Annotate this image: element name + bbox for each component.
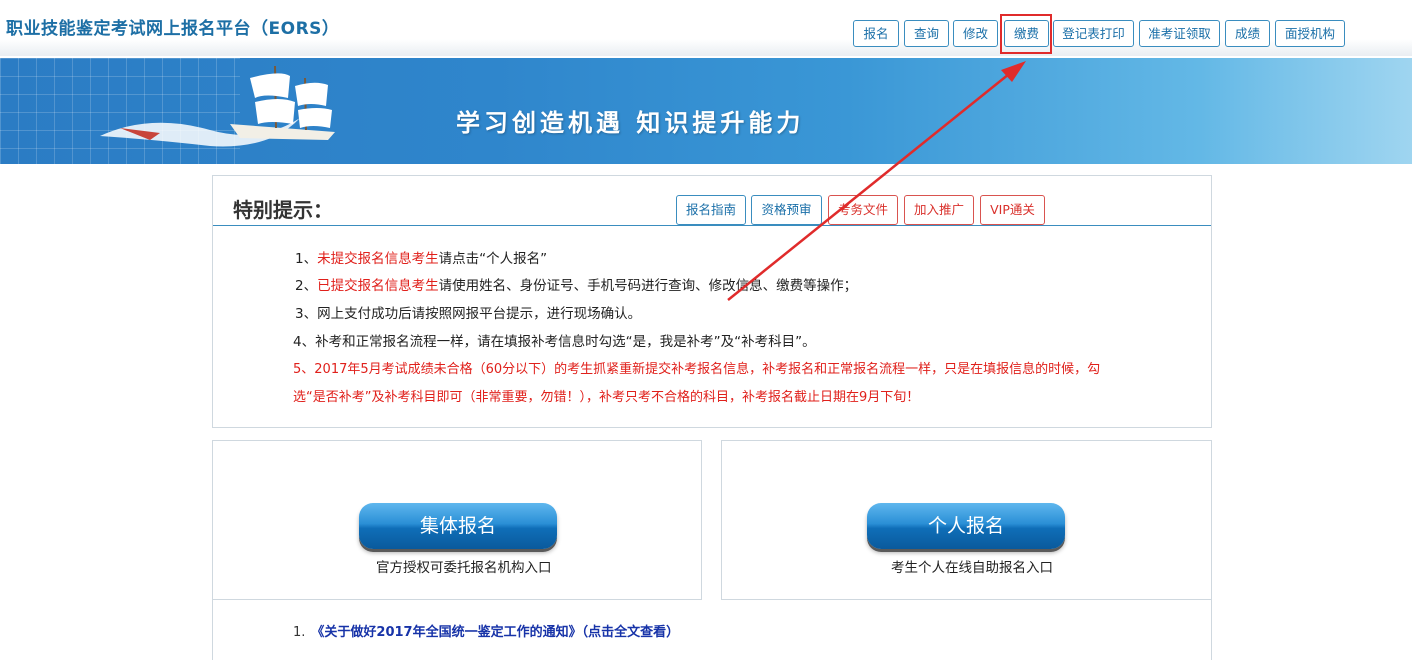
notice-title: 特别提示： (233, 198, 333, 222)
notice-line-1-text: 请点击“个人报名” (438, 251, 548, 267)
exam-documents-button[interactable]: 考务文件 (828, 195, 898, 225)
personal-register-button[interactable]: 个人报名 (867, 503, 1065, 549)
nav-score-button[interactable]: 成绩 (1225, 20, 1270, 47)
sailing-ship-illustration (100, 65, 335, 147)
notice-divider (213, 225, 1211, 226)
group-register-card: 集体报名 官方授权可委托报名机构入口 (212, 440, 702, 600)
news-item[interactable]: 1. 《关于做好2017年全国统一鉴定工作的通知》（点击全文查看） (293, 621, 679, 640)
nav-training-org-button[interactable]: 面授机构 (1275, 20, 1345, 47)
notice-line-1-highlight: 未提交报名信息考生 (317, 251, 439, 267)
notice-line-3: 3、网上支付成功后请按照网报平台提示，进行现场确认。 (295, 306, 642, 322)
join-promotion-button[interactable]: 加入推广 (904, 195, 974, 225)
notice-line-1: 1、未提交报名信息考生请点击“个人报名” (295, 247, 547, 267)
nav-register-button[interactable]: 报名 (853, 20, 899, 47)
group-register-button[interactable]: 集体报名 (359, 503, 557, 549)
notice-line-4: 4、补考和正常报名流程一样，请在填报补考信息时勾选“是，我是补考”及“补考科目”… (293, 334, 816, 350)
nav-query-button[interactable]: 查询 (904, 20, 949, 47)
news-panel: 1. 《关于做好2017年全国统一鉴定工作的通知》（点击全文查看） (212, 600, 1212, 660)
notice-line-2-text: 请使用姓名、身份证号、手机号码进行查询、修改信息、缴费等操作； (438, 278, 858, 294)
news-item-index: 1. (293, 625, 306, 640)
payment-highlight-box (1000, 14, 1052, 54)
banner-slogan: 学习创造机遇 知识提升能力 (456, 108, 805, 137)
nav-print-form-button[interactable]: 登记表打印 (1053, 20, 1134, 47)
notice-line-2: 2、已提交报名信息考生请使用姓名、身份证号、手机号码进行查询、修改信息、缴费等操… (295, 274, 857, 294)
group-register-caption: 官方授权可委托报名机构入口 (376, 560, 552, 576)
vip-pass-button[interactable]: VIP通关 (980, 195, 1045, 225)
header: 职业技能鉴定考试网上报名平台（EORS） 报名 查询 修改 缴费 登记表打印 准… (0, 0, 1412, 56)
notice-line-5b: 选“是否补考”及补考科目即可（非常重要，勿错！），补考只考不合格的科目，补考报名… (293, 390, 920, 405)
banner: 学习创造机遇 知识提升能力 (0, 58, 1412, 164)
nav-admission-ticket-button[interactable]: 准考证领取 (1139, 20, 1220, 47)
notice-line-1-prefix: 1、 (295, 251, 318, 267)
personal-register-card: 个人报名 考生个人在线自助报名入口 (721, 440, 1212, 600)
notice-line-2-prefix: 2、 (295, 278, 318, 294)
qualification-review-button[interactable]: 资格预审 (751, 195, 822, 225)
registration-guide-button[interactable]: 报名指南 (676, 195, 746, 225)
personal-register-caption: 考生个人在线自助报名入口 (891, 560, 1053, 576)
news-item-link[interactable]: 《关于做好2017年全国统一鉴定工作的通知》（点击全文查看） (311, 625, 679, 640)
notice-line-2-highlight: 已提交报名信息考生 (317, 278, 439, 294)
notice-line-5a: 5、2017年5月考试成绩未合格（60分以下）的考生抓紧重新提交补考报名信息，补… (293, 362, 1101, 377)
special-notice-panel: 特别提示： 报名指南 资格预审 考务文件 加入推广 VIP通关 1、未提交报名信… (212, 175, 1212, 428)
site-title: 职业技能鉴定考试网上报名平台（EORS） (6, 19, 340, 39)
nav-modify-button[interactable]: 修改 (953, 20, 998, 47)
